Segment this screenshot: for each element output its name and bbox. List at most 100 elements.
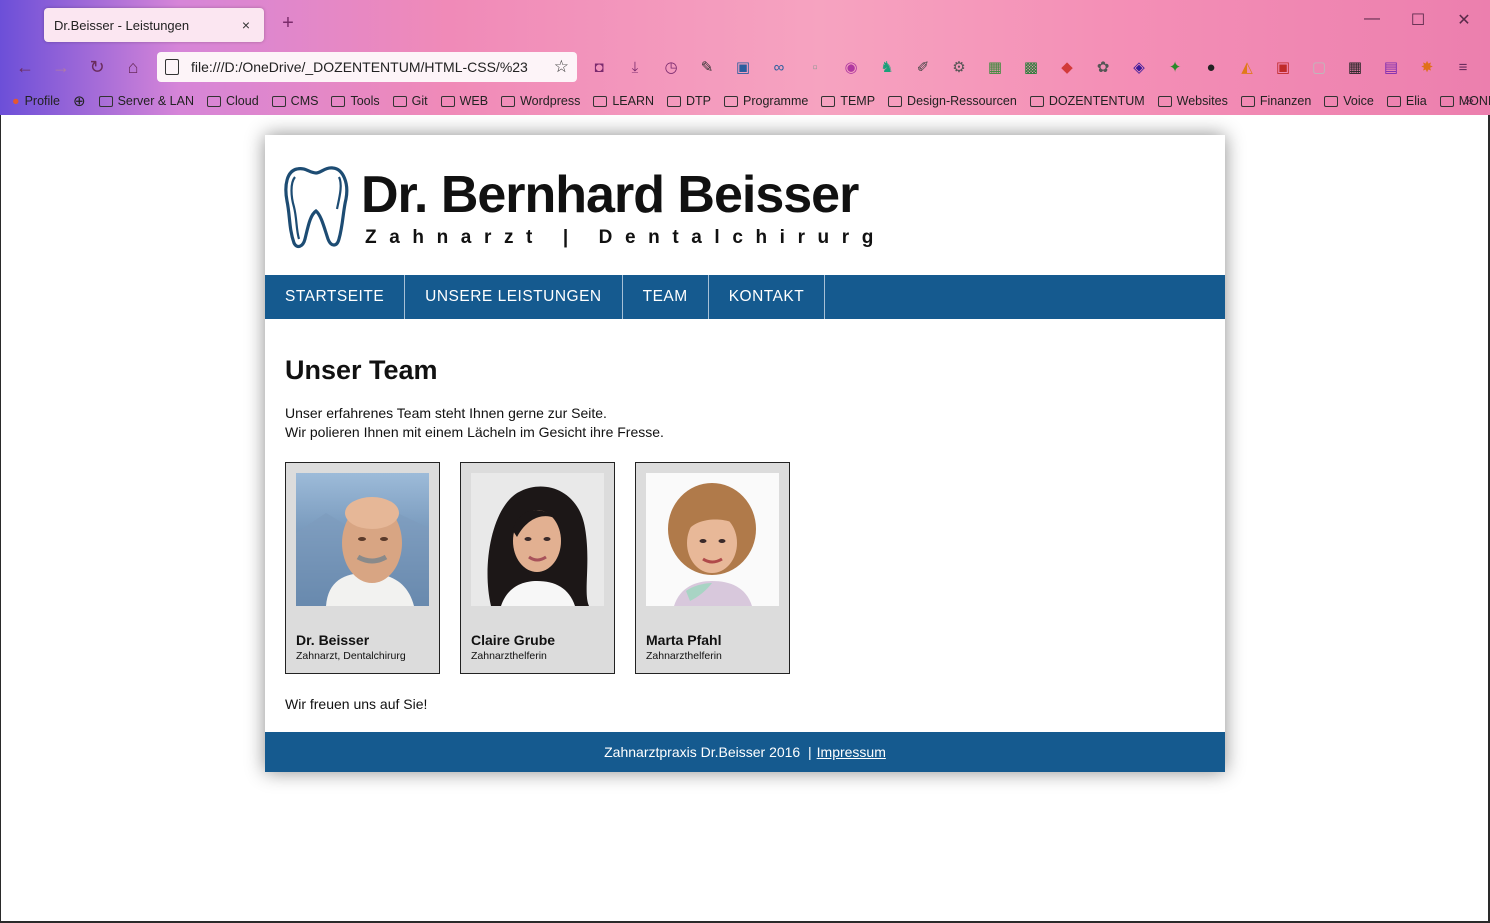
extension-icon[interactable]: ♞: [874, 56, 900, 78]
bookmark-folder[interactable]: WEB: [440, 94, 488, 108]
brand-subtitle: Zahnarzt | Dentalchirurg: [365, 227, 886, 248]
gear-icon[interactable]: ⚙: [946, 56, 972, 78]
bookmark-folder[interactable]: TEMP: [821, 94, 875, 108]
bookmark-folder[interactable]: Tools: [331, 94, 380, 108]
bookmark-folder[interactable]: LEARN: [593, 94, 654, 108]
folder-icon: [1240, 95, 1255, 107]
impressum-link[interactable]: Impressum: [817, 744, 886, 760]
bookmark-folder[interactable]: Server & LAN: [98, 94, 194, 108]
team-member-role: Zahnarzthelferin: [646, 650, 722, 662]
intro-line-2: Wir polieren Ihnen mit einem Lächeln im …: [285, 424, 664, 440]
home-icon[interactable]: ⌂: [120, 54, 146, 80]
pocket-icon[interactable]: ◘: [586, 56, 612, 78]
firefox-account-icon[interactable]: ✸: [1414, 56, 1440, 78]
history-icon[interactable]: ◷: [658, 56, 684, 78]
folder-icon: [821, 95, 836, 107]
bookmark-folder[interactable]: Elia: [1386, 94, 1427, 108]
extension-icon[interactable]: ▢: [1306, 56, 1332, 78]
tab-title: Dr.Beisser - Leistungen: [54, 17, 190, 33]
folder-icon: [888, 95, 903, 107]
nav-team[interactable]: TEAM: [623, 275, 709, 319]
bookmark-star-icon[interactable]: ☆: [554, 57, 569, 77]
extension-icon[interactable]: ✦: [1162, 56, 1188, 78]
folder-icon: [98, 95, 113, 107]
site-footer: Zahnarztpraxis Dr.Beisser 2016 | Impress…: [265, 732, 1225, 772]
folder-icon: [1386, 95, 1401, 107]
layers-icon[interactable]: ◈: [1126, 56, 1152, 78]
folder-icon: [440, 95, 455, 107]
download-icon[interactable]: ⤓: [622, 56, 648, 78]
new-tab-button[interactable]: +: [278, 12, 298, 35]
bookmark-folder[interactable]: DTP: [667, 94, 711, 108]
folder-icon: [1324, 95, 1339, 107]
metamask-icon[interactable]: ◭: [1234, 56, 1260, 78]
closing-text: Wir freuen uns auf Sie!: [285, 696, 428, 712]
team-cards: Dr. Beisser Zahnarzt, Dentalchirurg Clai…: [285, 462, 1205, 674]
address-bar[interactable]: file:///D:/OneDrive/_DOZENTENTUM/HTML-CS…: [157, 52, 577, 82]
bookmark-folder[interactable]: Programme: [724, 94, 808, 108]
bookmark-profile[interactable]: ● Profile: [12, 94, 60, 108]
page-viewport: Dr. Bernhard Beisser Zahnarzt | Dentalch…: [1, 115, 1488, 921]
browser-tab[interactable]: Dr.Beisser - Leistungen ×: [44, 8, 264, 42]
extension-icon[interactable]: ✎: [694, 56, 720, 78]
bookmark-folder[interactable]: Websites: [1157, 94, 1228, 108]
browser-chrome: Dr.Beisser - Leistungen × + — ☐ ✕ ← → ↻ …: [0, 0, 1490, 115]
link-icon[interactable]: ∞: [766, 56, 792, 78]
reload-icon[interactable]: ↻: [84, 54, 110, 80]
extension-icon[interactable]: ✿: [1090, 56, 1116, 78]
folder-icon: [593, 95, 608, 107]
team-card: Claire Grube Zahnarzthelferin: [460, 462, 615, 674]
eraser-icon[interactable]: ◆: [1054, 56, 1080, 78]
intro-text: Unser erfahrenes Team steht Ihnen gerne …: [285, 404, 1205, 442]
bookmarks-bar: ● Profile ⊕ Server & LAN Cloud CMS Tools …: [0, 88, 1490, 114]
bookmark-folder[interactable]: Git: [392, 94, 428, 108]
word-icon[interactable]: ▩: [1018, 56, 1044, 78]
grid-icon[interactable]: ▦: [1342, 56, 1368, 78]
globe-icon[interactable]: ⊕: [73, 92, 86, 110]
folder-icon: [724, 95, 739, 107]
bookmark-folder[interactable]: Wordpress: [501, 94, 580, 108]
forward-icon[interactable]: →: [48, 54, 74, 80]
minimize-button[interactable]: —: [1362, 10, 1382, 28]
team-photo: [471, 473, 604, 606]
page-icon: [165, 59, 179, 75]
intro-line-1: Unser erfahrenes Team steht Ihnen gerne …: [285, 405, 607, 421]
bookmarks-overflow-icon[interactable]: »: [1465, 90, 1474, 110]
folder-icon: [392, 95, 407, 107]
close-window-button[interactable]: ✕: [1454, 10, 1474, 30]
browser-toolbar: ← → ↻ ⌂ file:///D:/OneDrive/_DOZENTENTUM…: [0, 48, 1490, 86]
save-icon[interactable]: ▣: [730, 56, 756, 78]
folder-icon: [1157, 95, 1172, 107]
bookmark-folder[interactable]: Cloud: [207, 94, 259, 108]
main-navigation: STARTSEITE UNSERE LEISTUNGEN TEAM KONTAK…: [265, 275, 1225, 319]
extension-icon[interactable]: ▫: [802, 56, 828, 78]
back-icon[interactable]: ←: [12, 54, 38, 80]
tab-close-icon[interactable]: ×: [238, 17, 254, 33]
bookmark-folder[interactable]: CMS: [271, 94, 318, 108]
folder-icon: [667, 95, 682, 107]
onenote-icon[interactable]: ▤: [1378, 56, 1404, 78]
bookmark-folder[interactable]: DOZENTENTUM: [1029, 94, 1145, 108]
team-member-role: Zahnarzt, Dentalchirurg: [296, 650, 406, 662]
folder-icon: [331, 95, 346, 107]
extension-icon[interactable]: ●: [1198, 56, 1224, 78]
nav-kontakt[interactable]: KONTAKT: [709, 275, 826, 319]
extension-icon[interactable]: ▦: [982, 56, 1008, 78]
extension-icon[interactable]: ▣: [1270, 56, 1296, 78]
team-member-name: Marta Pfahl: [646, 632, 722, 648]
site-header: Dr. Bernhard Beisser Zahnarzt | Dentalch…: [265, 135, 1225, 275]
broadcast-icon[interactable]: ◉: [838, 56, 864, 78]
bookmark-folder[interactable]: Finanzen: [1240, 94, 1311, 108]
bookmark-folder[interactable]: Voice: [1324, 94, 1374, 108]
url-text[interactable]: file:///D:/OneDrive/_DOZENTENTUM/HTML-CS…: [191, 59, 548, 75]
nav-unsere-leistungen[interactable]: UNSERE LEISTUNGEN: [405, 275, 623, 319]
folder-icon: [271, 95, 286, 107]
folder-icon: [1029, 95, 1044, 107]
bookmark-folder[interactable]: Design-Ressourcen: [888, 94, 1017, 108]
tab-bar: Dr.Beisser - Leistungen × + — ☐ ✕: [0, 0, 1490, 48]
maximize-button[interactable]: ☐: [1408, 10, 1428, 30]
page-title: Unser Team: [285, 355, 438, 385]
menu-icon[interactable]: ≡: [1450, 56, 1476, 78]
eyedropper-icon[interactable]: ✐: [910, 56, 936, 78]
nav-startseite[interactable]: STARTSEITE: [265, 275, 406, 319]
